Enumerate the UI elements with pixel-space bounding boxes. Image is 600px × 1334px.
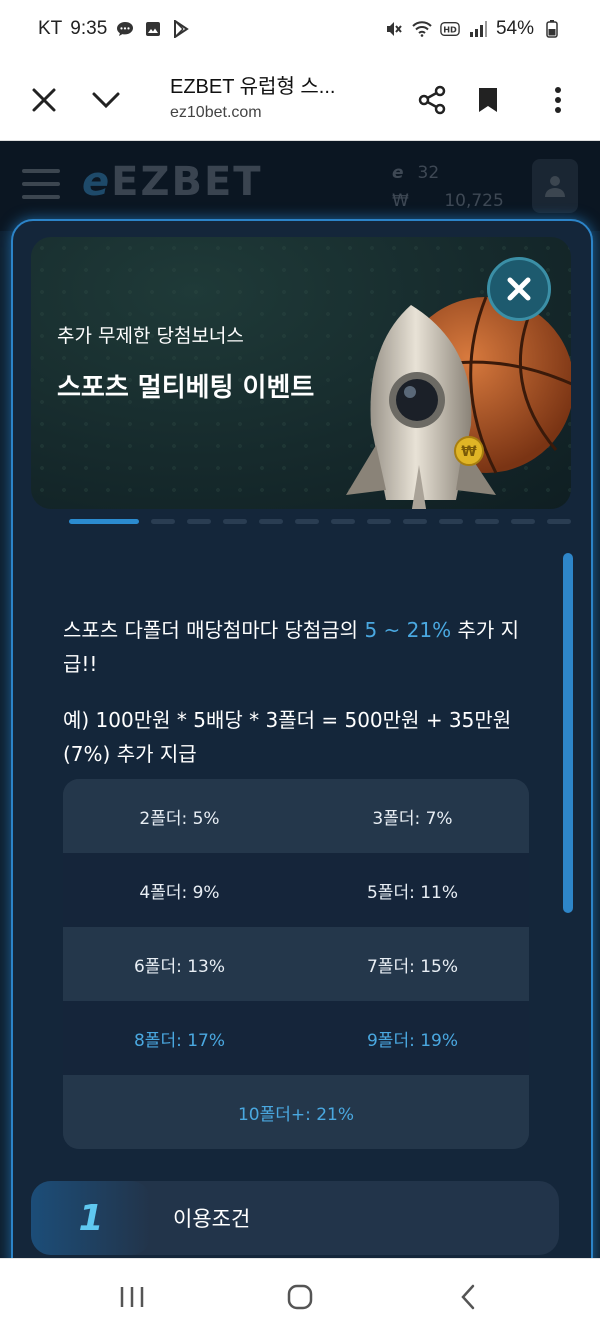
terms-accordion[interactable]: 1 이용조건 — [31, 1181, 559, 1255]
banner-subtitle: 추가 무제한 당첨보너스 — [57, 325, 244, 347]
pager-dot[interactable] — [547, 519, 571, 524]
user-icon — [545, 176, 565, 197]
clock: 9:35 — [70, 18, 108, 39]
rate-cell: 9폴더: 19% — [366, 1030, 458, 1051]
recent-apps-icon — [120, 1287, 144, 1307]
points-icon: e — [392, 163, 404, 183]
currency-symbol: ₩ — [392, 191, 409, 211]
status-bar: KT 9:35 HD 54% — [0, 0, 600, 60]
chat-icon — [115, 20, 135, 38]
pager-dot[interactable] — [259, 519, 283, 524]
rate-row: 6폴더: 13% 7폴더: 15% — [63, 927, 529, 1001]
home-button[interactable] — [280, 1279, 320, 1315]
more-options-button[interactable] — [538, 80, 578, 120]
pager-dot[interactable] — [367, 519, 391, 524]
rate-cell: 4폴더: 9% — [139, 882, 220, 903]
profile-button[interactable] — [532, 159, 578, 213]
pager-dot[interactable] — [331, 519, 355, 524]
points-value: 32 — [417, 163, 440, 183]
pager-dot[interactable] — [151, 519, 175, 524]
menu-icon[interactable] — [22, 169, 60, 203]
bookmark-icon — [479, 88, 497, 112]
event-example: 예) 100만원 * 5배당 * 3폴더 = 500만원 + 35만원 (7%)… — [63, 708, 512, 766]
pager-dot[interactable] — [403, 519, 427, 524]
event-description: 스포츠 다폴더 매당첨마다 당첨금의 5 ~ 21% 추가 지급!! — [63, 618, 520, 676]
rate-cell: 6폴더: 13% — [133, 956, 225, 977]
wifi-icon — [412, 20, 432, 38]
scrollbar[interactable] — [563, 553, 573, 913]
pager-dot[interactable] — [439, 519, 463, 524]
pager-dot[interactable] — [187, 519, 211, 524]
rate-cell: 10폴더+: 21% — [237, 1104, 355, 1125]
share-icon — [418, 85, 446, 115]
svg-text:₩: ₩ — [461, 444, 477, 460]
more-vert-icon — [555, 87, 561, 113]
back-button[interactable] — [448, 1279, 488, 1315]
site-content: eEZBET e 32 ₩10,725 ₩ 추가 무제한 당첨보너스 스포츠 멀… — [0, 141, 600, 1258]
terms-label: 이용조건 — [173, 1207, 251, 1231]
event-banner: ₩ 추가 무제한 당첨보너스 스포츠 멀티베팅 이벤트 — [31, 237, 571, 509]
bonus-range: 5 ~ 21% — [364, 618, 452, 642]
gallery-icon — [143, 20, 163, 38]
carrier: KT — [38, 18, 63, 39]
rate-cell: 3폴더: 7% — [372, 808, 453, 829]
banner-title: 스포츠 멀티베팅 이벤트 — [57, 373, 315, 403]
rate-row: 2폴더: 5% 3폴더: 7% — [63, 779, 529, 853]
close-icon — [507, 277, 531, 301]
browser-toolbar: EZBET 유럽형 스... ez10bet.com — [0, 60, 600, 141]
rate-cell: 8폴더: 17% — [133, 1030, 225, 1051]
rate-cell: 2폴더: 5% — [139, 808, 220, 829]
site-header: eEZBET e 32 ₩10,725 — [0, 141, 600, 231]
battery-percent: 54% — [495, 18, 534, 39]
share-button[interactable] — [412, 80, 452, 120]
event-modal: ₩ 추가 무제한 당첨보너스 스포츠 멀티베팅 이벤트 스포츠 다폴더 매당첨마… — [11, 219, 593, 1258]
mute-icon — [384, 20, 404, 38]
terms-number: 1 — [31, 1181, 151, 1255]
play-store-icon — [171, 20, 191, 38]
recent-apps-button[interactable] — [112, 1279, 152, 1315]
collapse-button[interactable] — [86, 80, 126, 120]
close-icon — [32, 88, 56, 112]
page-url[interactable]: ez10bet.com — [170, 104, 262, 122]
back-icon — [461, 1284, 475, 1310]
battery-icon — [542, 20, 562, 38]
balance-value: 10,725 — [444, 191, 504, 211]
carousel-pager[interactable] — [69, 519, 571, 524]
signal-icon — [468, 20, 488, 38]
modal-close-button[interactable] — [487, 257, 551, 321]
system-nav-bar — [0, 1258, 600, 1334]
rate-row: 8폴더: 17% 9폴더: 19% — [63, 1001, 529, 1075]
page-title: EZBET 유럽형 스... — [170, 76, 336, 98]
home-icon — [287, 1284, 313, 1310]
pager-dot[interactable] — [223, 519, 247, 524]
close-tab-button[interactable] — [24, 80, 64, 120]
site-logo[interactable]: eEZBET — [82, 159, 263, 205]
hd-icon: HD — [440, 20, 460, 38]
bookmark-button[interactable] — [468, 80, 508, 120]
pager-dot[interactable] — [511, 519, 535, 524]
pager-dot[interactable] — [69, 519, 139, 524]
rate-row: 4폴더: 9% 5폴더: 11% — [63, 853, 529, 927]
pager-dot[interactable] — [295, 519, 319, 524]
rate-cell: 5폴더: 11% — [366, 882, 458, 903]
rate-row: 10폴더+: 21% — [63, 1075, 529, 1149]
bonus-rate-table: 2폴더: 5% 3폴더: 7% 4폴더: 9% 5폴더: 11% 6폴더: 13% 7폴더… — [63, 779, 529, 1149]
chevron-down-icon — [92, 92, 120, 109]
rate-cell: 7폴더: 15% — [366, 956, 458, 977]
account-summary: e 32 ₩10,725 — [392, 159, 504, 215]
svg-text:HD: HD — [443, 25, 457, 35]
pager-dot[interactable] — [475, 519, 499, 524]
